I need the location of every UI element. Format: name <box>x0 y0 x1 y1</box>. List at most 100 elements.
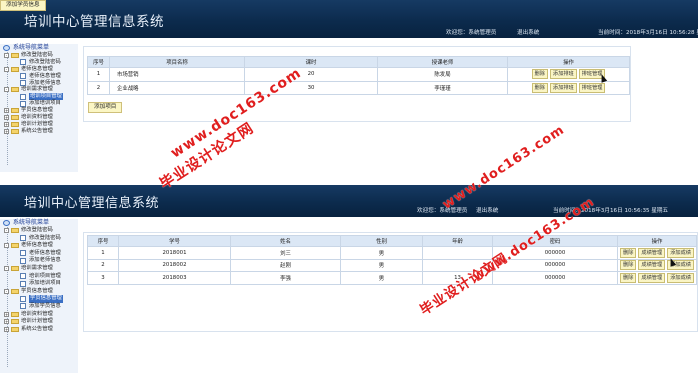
header-bar: 培训中心管理信息系统 欢迎您：系统管理员 退出系统 当前时间：2018年3月16… <box>0 0 698 38</box>
student-name: 赵刚 <box>230 258 341 272</box>
table-row: 2 2018002 赵刚 男 000000 删除 成绩管理 添加成绩 <box>87 258 697 272</box>
row-number: 2 <box>87 80 110 95</box>
add-grade-button[interactable]: 添加成绩 <box>667 272 694 283</box>
logout-link[interactable]: 退出系统 <box>476 206 498 214</box>
sidebar-group[interactable]: + 培训资料管理 <box>0 311 78 319</box>
sidebar-group[interactable]: + 学员信息管理 <box>0 107 78 114</box>
schedule-manage-button[interactable]: 排班管理 <box>578 82 606 93</box>
sidebar-item-label: 系统公告管理 <box>21 325 53 332</box>
sidebar-item-label: 培训资料管理 <box>21 310 53 317</box>
add-student-button[interactable]: 添加学员信息 <box>0 0 46 11</box>
page-icon <box>20 280 26 287</box>
table-row: 3 2018003 李强 男 13 000000 删除 成绩管理 添加成绩 <box>87 271 697 285</box>
sidebar-group[interactable]: - 修改登陆密码 <box>0 227 78 235</box>
sidebar-group[interactable]: + 培训资料管理 <box>0 114 78 121</box>
sidebar-group[interactable]: + 培训计划管理 <box>0 121 78 128</box>
delete-button[interactable]: 删除 <box>620 272 637 283</box>
student-password: 000000 <box>492 271 618 285</box>
nav-tree-title-label: 系统导航菜单 <box>13 219 50 226</box>
collapse-icon[interactable]: - <box>4 53 9 58</box>
nav-tree-title: 系统导航菜单 <box>0 44 78 52</box>
sidebar-group[interactable]: - 培训需求管理 <box>0 265 78 273</box>
collapse-icon[interactable]: - <box>4 243 9 249</box>
grade-manage-button[interactable]: 成绩管理 <box>638 272 666 283</box>
sidebar-group[interactable]: - 修改登陆密码 <box>0 52 78 59</box>
welcome-text: 欢迎您：系统管理员 <box>417 208 468 214</box>
project-table: 序号 项目名称 课时 授课老师 操作 1 市场营销 20 陈发局 删除 添加排班排… <box>87 56 630 95</box>
delete-button[interactable]: 删除 <box>531 82 548 93</box>
sidebar-item-label: 添加老师信息 <box>29 257 61 264</box>
add-grade-button[interactable]: 添加成绩 <box>667 247 694 258</box>
sidebar-item-label: 修改登陆密码 <box>29 58 61 65</box>
expand-icon[interactable]: + <box>4 115 9 121</box>
sidebar-group[interactable]: + 培训计划管理 <box>0 318 78 326</box>
sidebar-group[interactable]: - 老师信息管理 <box>0 66 78 73</box>
project-teacher: 陈发局 <box>377 67 508 82</box>
page-icon <box>20 273 26 280</box>
project-management-screen: 培训中心管理信息系统 欢迎您：系统管理员 退出系统 当前时间：2018年3月16… <box>0 0 698 172</box>
sidebar-nav: 系统导航菜单 - 修改登陆密码 修改登陆密码 - 老师信息管理 老师信息管理 添加老师信息 -… <box>0 219 78 373</box>
sidebar-item[interactable]: 添加培训项目 <box>0 280 78 288</box>
sidebar-group[interactable]: + 系统公告管理 <box>0 326 78 334</box>
nav-home-icon <box>3 45 10 51</box>
student-id: 2018003 <box>118 271 231 285</box>
sidebar-group[interactable]: - 老师信息管理 <box>0 242 78 250</box>
row-actions: 删除 成绩管理 添加成绩 <box>617 246 697 260</box>
project-name: 企业战略 <box>109 80 245 95</box>
delete-button[interactable]: 删除 <box>620 260 637 271</box>
table-row: 1 2018001 刘三 男 000000 删除 成绩管理 添加成绩 <box>87 246 697 260</box>
student-id: 2018001 <box>118 246 231 260</box>
folder-icon <box>11 228 19 233</box>
delete-button[interactable]: 删除 <box>620 247 637 258</box>
collapse-icon[interactable]: - <box>4 87 9 93</box>
collapse-icon[interactable]: - <box>4 228 9 233</box>
sidebar-item-label: 培训资料管理 <box>21 114 53 121</box>
column-header: 项目名称 <box>109 56 245 68</box>
folder-icon <box>11 121 19 127</box>
collapse-icon[interactable]: - <box>4 265 9 271</box>
sidebar-item-label: 添加学员信息 <box>29 302 61 309</box>
project-hours: 20 <box>244 67 378 82</box>
sidebar-item[interactable]: 学员信息管理 <box>0 295 78 303</box>
sidebar-item[interactable]: 添加学员信息 <box>0 303 78 311</box>
sidebar-item-label: 培训计划管理 <box>21 120 53 127</box>
add-project-button[interactable]: 添加项目 <box>88 102 123 113</box>
add-schedule-button[interactable]: 添加排班 <box>549 82 577 93</box>
grade-manage-button[interactable]: 成绩管理 <box>638 260 666 271</box>
column-header: 性别 <box>340 235 423 247</box>
folder-icon <box>11 108 19 114</box>
current-time: 当前时间：2018年3月16日 10:56:28 星期五 <box>598 30 698 36</box>
collapse-icon[interactable]: - <box>4 66 9 72</box>
expand-icon[interactable]: + <box>4 128 9 134</box>
app-title: 培训中心管理信息系统 <box>24 14 164 30</box>
add-schedule-button[interactable]: 添加排班 <box>549 69 577 80</box>
folder-icon <box>11 66 19 72</box>
sidebar-item-label: 老师信息管理 <box>21 242 53 249</box>
delete-button[interactable]: 删除 <box>531 69 548 80</box>
sidebar-group[interactable]: + 系统公告管理 <box>0 128 78 135</box>
project-name: 市场营销 <box>109 67 245 82</box>
grade-manage-button[interactable]: 成绩管理 <box>638 247 666 258</box>
main-content: 序号 学号 姓名 性别 年龄 密码 操作 1 2018001 刘三 男 0000… <box>83 232 698 332</box>
expand-icon[interactable]: + <box>4 108 9 114</box>
folder-icon <box>11 319 19 325</box>
nav-tree-title: 系统导航菜单 <box>0 219 78 227</box>
page-icon <box>20 93 26 100</box>
column-header: 操作 <box>617 235 697 247</box>
sidebar-item[interactable]: 老师信息管理 <box>0 73 78 80</box>
sidebar-item[interactable]: 修改登陆密码 <box>0 59 78 66</box>
expand-icon[interactable]: + <box>4 121 9 127</box>
row-actions: 删除 成绩管理 添加成绩 <box>617 258 697 272</box>
sidebar-item[interactable]: 添加老师信息 <box>0 257 78 265</box>
collapse-icon[interactable]: - <box>4 288 9 294</box>
student-id: 2018002 <box>118 258 231 272</box>
expand-icon[interactable]: + <box>4 326 9 332</box>
nav-tree-title-label: 系统导航菜单 <box>13 44 50 51</box>
folder-icon <box>11 53 19 58</box>
logout-link[interactable]: 退出系统 <box>517 28 539 36</box>
column-header: 年龄 <box>422 235 493 247</box>
column-header: 授课老师 <box>377 56 508 68</box>
expand-icon[interactable]: + <box>4 319 9 325</box>
expand-icon[interactable]: + <box>4 311 9 317</box>
sidebar-nav: 系统导航菜单 - 修改登陆密码 修改登陆密码 - 老师信息管理 老师信息管理 添加老师信息 -… <box>0 44 78 172</box>
